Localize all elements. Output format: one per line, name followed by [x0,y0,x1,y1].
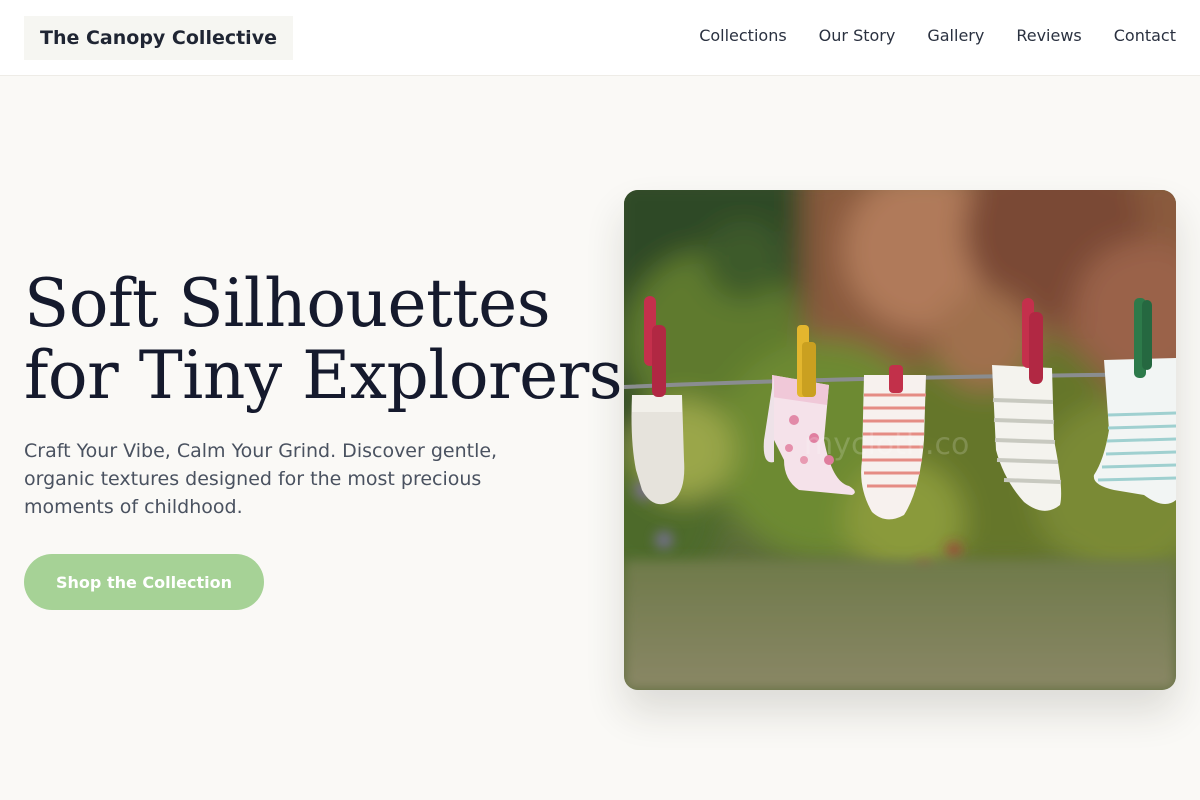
nav-collections[interactable]: Collections [699,24,786,48]
nav-our-story[interactable]: Our Story [819,24,896,48]
hero-title: Soft Silhouettes for Tiny Explorers. [24,265,643,414]
main-nav: Collections Our Story Gallery Reviews Co… [699,24,1176,48]
hero-subtitle: Craft Your Vibe, Calm Your Grind. Discov… [24,440,498,518]
hero-photo: mycloth.co [624,190,1176,690]
photo-watermark: mycloth.co [804,427,969,462]
hero-photo-illustration: mycloth.co [624,190,1176,690]
shop-collection-button[interactable]: Shop the Collection [24,554,264,610]
site-header: The Canopy Collective Collections Our St… [0,0,1200,76]
hero-title-line-2: for Tiny Explorers. [24,337,643,414]
hero-title-line-1: Soft Silhouettes [24,265,551,342]
nav-contact[interactable]: Contact [1114,24,1176,48]
nav-reviews[interactable]: Reviews [1016,24,1081,48]
brand-logo[interactable]: The Canopy Collective [24,16,293,60]
nav-gallery[interactable]: Gallery [927,24,984,48]
